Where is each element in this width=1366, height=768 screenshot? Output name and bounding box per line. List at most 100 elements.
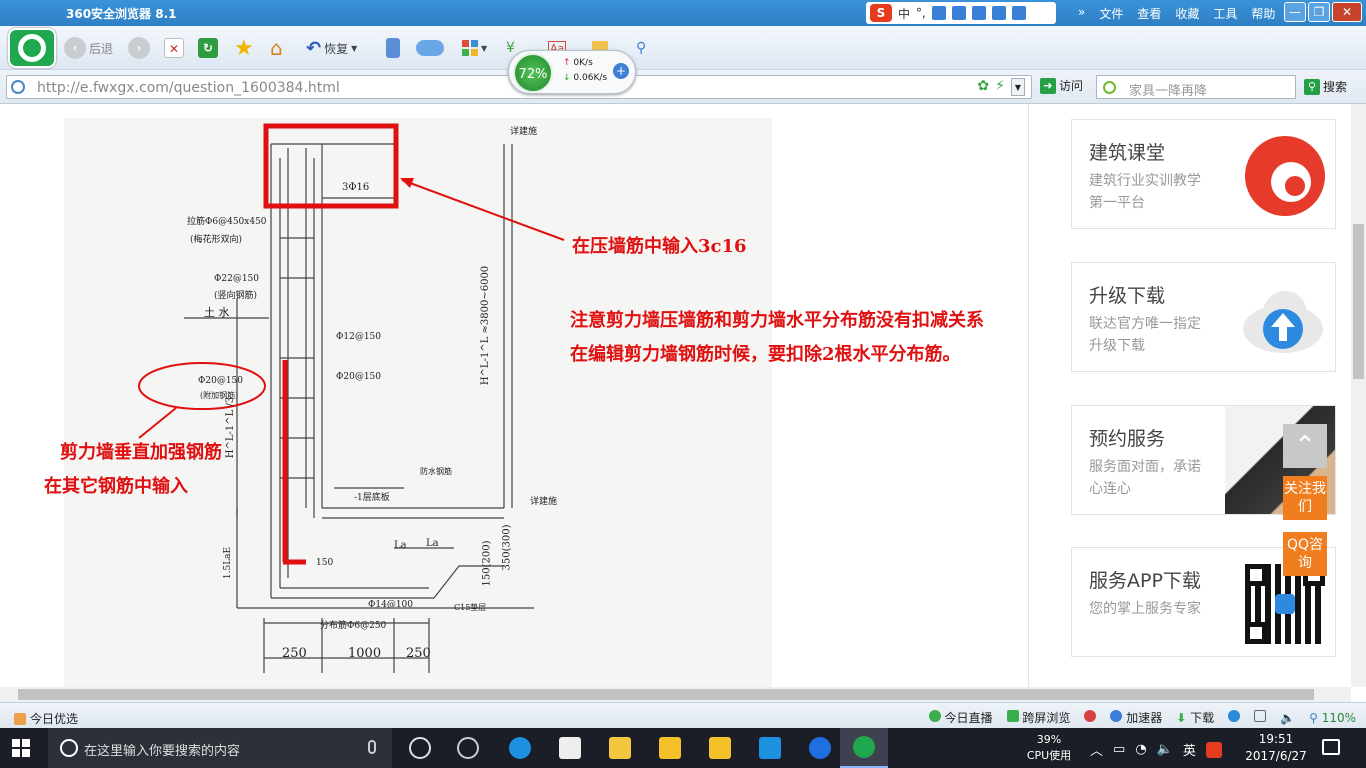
zoom-search-button[interactable]: ⚲ bbox=[636, 37, 646, 59]
cloud-button[interactable] bbox=[416, 37, 444, 59]
card-title: 预约服务 bbox=[1089, 428, 1166, 450]
vertical-scroll-thumb[interactable] bbox=[1353, 224, 1364, 379]
minimize-button[interactable]: — bbox=[1284, 2, 1306, 22]
keyboard-icon[interactable] bbox=[951, 6, 966, 20]
compat-mode-icon[interactable]: ✿ bbox=[977, 78, 989, 96]
taskbar-search[interactable]: 在这里输入你要搜索的内容 bbox=[48, 728, 392, 768]
shirt-icon[interactable] bbox=[991, 6, 1006, 20]
follow-us-button[interactable]: 关注我们 bbox=[1283, 476, 1327, 520]
home-button[interactable]: ⌂ bbox=[270, 36, 283, 60]
label-thickness: 150(200) bbox=[481, 540, 493, 587]
ime-mode[interactable]: 中 bbox=[898, 5, 910, 22]
speedup-plus-icon[interactable]: + bbox=[613, 63, 629, 79]
app-store[interactable] bbox=[546, 728, 594, 768]
battery-icon[interactable]: ▭ bbox=[1113, 742, 1125, 757]
sogou-tray-icon[interactable] bbox=[1205, 741, 1222, 758]
volume-icon[interactable]: 🔈 bbox=[1157, 742, 1173, 757]
speed-mode-icon[interactable]: ⚡ bbox=[995, 78, 1005, 96]
forward-button[interactable]: › bbox=[128, 37, 150, 59]
back-button[interactable]: ‹ 后退 bbox=[64, 37, 113, 59]
close-tab-button[interactable]: ✕ bbox=[164, 37, 184, 59]
back-label: 后退 bbox=[89, 41, 114, 56]
app-explorer[interactable] bbox=[596, 728, 644, 768]
wifi-icon[interactable]: ◔ bbox=[1135, 742, 1146, 757]
label-stirrup-note: (梅花形双向) bbox=[190, 235, 243, 245]
volume-button[interactable]: 🔈 bbox=[1280, 711, 1295, 725]
label-bar2: Φ12@150 bbox=[336, 332, 382, 342]
microphone-icon[interactable] bbox=[368, 740, 376, 754]
cross-screen-button[interactable]: 跨屏浏览 bbox=[1006, 709, 1070, 726]
ime-punct[interactable]: °, bbox=[916, 6, 926, 20]
qq-consult-button[interactable]: QQ咨询 bbox=[1283, 532, 1327, 576]
app-help[interactable] bbox=[696, 728, 744, 768]
download-button[interactable]: ⬇ 下载 bbox=[1176, 709, 1214, 726]
zoom-button[interactable]: ⚲ 110% bbox=[1309, 711, 1356, 725]
people-icon[interactable] bbox=[971, 6, 986, 20]
menu-help[interactable]: 帮助 bbox=[1251, 5, 1275, 22]
label-detail1: 详建施 bbox=[510, 127, 538, 137]
browser-logo-icon[interactable] bbox=[8, 28, 56, 68]
medkit-button[interactable] bbox=[1084, 710, 1097, 725]
cpu-meter[interactable]: 39% CPU使用 bbox=[1024, 732, 1074, 764]
apps-button[interactable]: ▼ bbox=[462, 37, 487, 59]
memory-usage-ball[interactable]: 72% bbox=[513, 53, 553, 93]
search-button[interactable]: ⚲ 搜索 bbox=[1304, 78, 1347, 95]
live-button[interactable]: 今日直播 bbox=[928, 709, 993, 726]
taskview-button[interactable] bbox=[396, 728, 444, 768]
today-picks[interactable]: 今日优选 bbox=[14, 710, 78, 727]
menu-view[interactable]: 查看 bbox=[1137, 5, 1161, 22]
visit-button[interactable]: ➜ 访问 bbox=[1040, 77, 1083, 94]
horizontal-scrollbar[interactable] bbox=[0, 687, 1351, 702]
ie-button[interactable] bbox=[1228, 710, 1241, 725]
taskbar-search-placeholder[interactable]: 在这里输入你要搜索的内容 bbox=[84, 740, 240, 759]
app-edge[interactable] bbox=[496, 728, 544, 768]
windows-start-icon[interactable] bbox=[12, 739, 30, 757]
favorites-button[interactable]: ★ bbox=[234, 36, 254, 61]
accelerator-label: 加速器 bbox=[1126, 711, 1163, 725]
menu-tools[interactable]: 工具 bbox=[1213, 5, 1237, 22]
app-360-browser[interactable] bbox=[840, 728, 888, 768]
accelerator-button[interactable]: 加速器 bbox=[1110, 709, 1162, 726]
clock[interactable]: 19:51 2017/6/27 bbox=[1244, 731, 1308, 765]
card-subtitle: 联达官方唯一指定升级下载 bbox=[1089, 316, 1201, 354]
phone-button[interactable] bbox=[386, 37, 400, 59]
ime-indicator[interactable]: 英 bbox=[1183, 740, 1196, 759]
phone-icon bbox=[1006, 710, 1019, 722]
window-button[interactable] bbox=[1254, 710, 1267, 725]
sogou-ime-icon[interactable]: S bbox=[870, 4, 892, 22]
vertical-scrollbar[interactable] bbox=[1351, 104, 1366, 687]
content-divider bbox=[1028, 104, 1029, 687]
label-detail2: 详建施 bbox=[530, 497, 558, 507]
chevron-right-icon[interactable]: » bbox=[1078, 5, 1085, 22]
horizontal-scroll-thumb[interactable] bbox=[18, 689, 1314, 700]
app-glodon-g[interactable] bbox=[796, 728, 844, 768]
menu-file[interactable]: 文件 bbox=[1099, 5, 1123, 22]
zoom-icon: ⚲ bbox=[1309, 710, 1318, 725]
app-glodon[interactable] bbox=[444, 728, 492, 768]
label-c15: C15垫层 bbox=[454, 603, 487, 612]
app-tool[interactable] bbox=[746, 728, 794, 768]
refresh-button[interactable]: ↻ bbox=[198, 37, 218, 59]
card-building-class[interactable]: 建筑课堂 建筑行业实训教学第一平台 bbox=[1071, 119, 1336, 229]
wrench-icon[interactable] bbox=[1011, 6, 1026, 20]
live-label: 今日直播 bbox=[944, 711, 993, 725]
card-title: 升级下载 bbox=[1089, 285, 1166, 307]
network-speed-widget[interactable]: 72% ↑ 0K/s ↓ 0.06K/s + bbox=[508, 50, 636, 94]
back-to-top-button[interactable]: ⌃ bbox=[1283, 424, 1327, 468]
url-text[interactable]: http://e.fwxgx.com/question_1600384.html bbox=[37, 80, 340, 96]
address-dropdown-icon[interactable]: ▼ bbox=[1011, 78, 1025, 96]
search-engine-icon[interactable] bbox=[1103, 81, 1116, 94]
menu-favorites[interactable]: 收藏 bbox=[1175, 5, 1199, 22]
restore-button[interactable]: ❐ bbox=[1308, 2, 1330, 22]
ime-toolbar[interactable]: S 中 °, bbox=[866, 2, 1056, 24]
card-upgrade-download[interactable]: 升级下载 联达官方唯一指定升级下载 bbox=[1071, 262, 1336, 372]
app-notes[interactable] bbox=[646, 728, 694, 768]
tray-expand-icon[interactable]: ︿ bbox=[1090, 740, 1103, 759]
search-box[interactable]: 家具一降再降 bbox=[1096, 75, 1296, 99]
close-button[interactable]: ✕ bbox=[1332, 2, 1362, 22]
label-height: H^L-1^L ≈3800~6000 bbox=[480, 265, 492, 386]
restore-tab-button[interactable]: ↶ 恢复 ▼ bbox=[306, 37, 357, 59]
search-placeholder[interactable]: 家具一降再降 bbox=[1129, 80, 1207, 99]
action-center-icon[interactable] bbox=[1322, 739, 1340, 755]
microphone-icon[interactable] bbox=[931, 6, 946, 20]
